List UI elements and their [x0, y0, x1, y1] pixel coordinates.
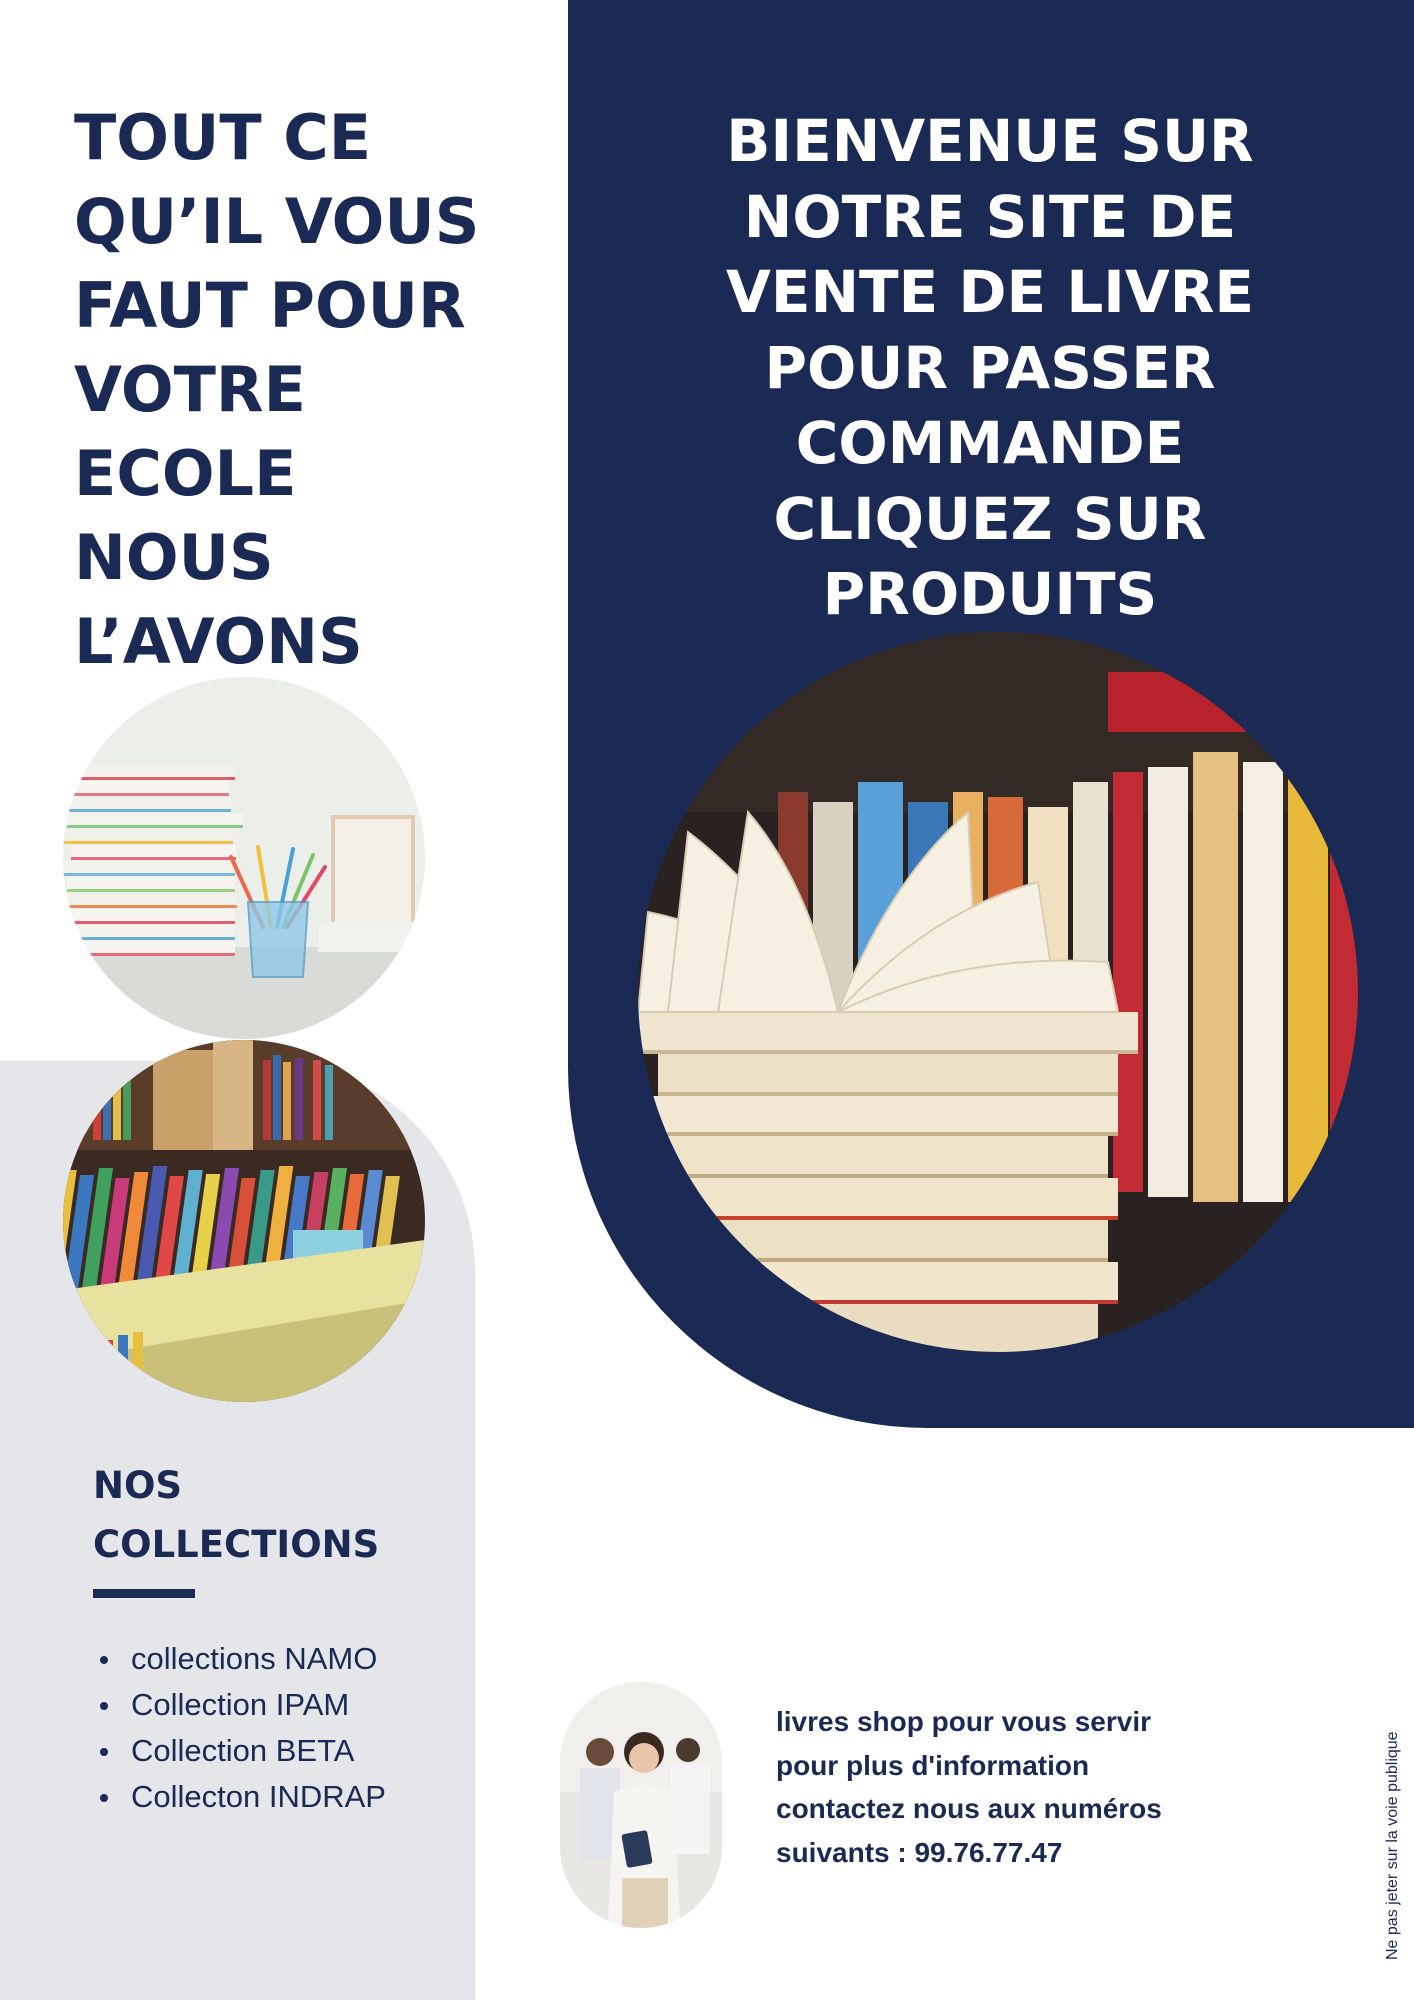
- stacked-books-photo: [63, 677, 425, 1039]
- contact-info-line: suivants : 99.76.77.47: [776, 1836, 1063, 1868]
- welcome-headline-line: PRODUITS: [822, 560, 1158, 628]
- collections-heading: NOS COLLECTIONS: [93, 1456, 379, 1574]
- headline-school-line: FAUT POUR: [74, 269, 466, 342]
- collection-item: Collecton INDRAP: [93, 1774, 386, 1820]
- collections-heading-line: COLLECTIONS: [93, 1523, 380, 1566]
- welcome-headline: BIENVENUE SUR NOTRE SITE DE VENTE DE LIV…: [620, 104, 1360, 633]
- headline-school-line: L’AVONS: [74, 605, 363, 678]
- collection-item: collections NAMO: [93, 1636, 386, 1682]
- library-shelves-photo: [63, 1040, 425, 1402]
- collections-heading-line: NOS: [93, 1464, 183, 1507]
- woman-with-tablet-photo: [560, 1682, 722, 1928]
- welcome-headline-line: NOTRE SITE DE: [743, 182, 1237, 251]
- headline-school-line: TOUT CE: [74, 101, 372, 174]
- open-book-photo: [638, 632, 1358, 1352]
- collections-list: collections NAMO Collection IPAM Collect…: [93, 1636, 386, 1820]
- contact-info-line: pour plus d'information: [776, 1749, 1090, 1781]
- welcome-headline-line: COMMANDE: [795, 409, 1185, 477]
- collections-divider: [93, 1589, 195, 1598]
- contact-info-line: livres shop pour vous servir: [776, 1706, 1152, 1737]
- headline-school-line: VOTRE: [74, 353, 306, 426]
- headline-school-line: QU’IL VOUS: [74, 185, 480, 258]
- collection-item: Collection IPAM: [93, 1682, 386, 1728]
- disposal-notice: Ne pas jeter sur la voie publique: [1384, 1731, 1401, 1960]
- welcome-headline-line: POUR PASSER: [764, 333, 1216, 402]
- contact-info-line: contactez nous aux numéros: [776, 1793, 1162, 1824]
- headline-school-line: ECOLE: [74, 437, 297, 510]
- collection-item: Collection BETA: [93, 1728, 386, 1774]
- welcome-headline-line: BIENVENUE SUR: [726, 107, 1254, 175]
- welcome-headline-line: VENTE DE LIVRE: [725, 258, 1255, 326]
- headline-school-line: NOUS: [74, 521, 274, 594]
- welcome-headline-line: CLIQUEZ SUR: [773, 484, 1207, 553]
- contact-info: livres shop pour vous servir pour plus d…: [776, 1700, 1162, 1874]
- headline-school: TOUT CE QU’IL VOUS FAUT POUR VOTRE ECOLE…: [74, 96, 544, 684]
